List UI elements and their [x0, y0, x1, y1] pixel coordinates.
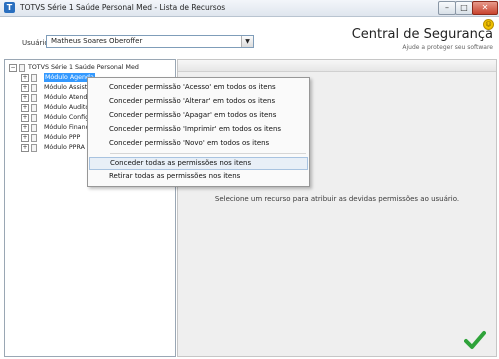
brand-title: Central de Segurança [351, 27, 493, 42]
tree-item-label: Módulo PPRA [44, 144, 85, 151]
document-icon [31, 74, 37, 82]
menu-item-grant-delete[interactable]: Conceder permissão 'Apagar' em todos os … [89, 109, 308, 122]
expand-icon[interactable]: + [21, 84, 29, 92]
document-icon [19, 64, 25, 72]
header: Usuário: Matheus Soares Oberoffer ▼ Cent… [0, 17, 499, 59]
menu-item-grant-print[interactable]: Conceder permissão 'Imprimir' em todos o… [89, 123, 308, 136]
menu-item-label: Conceder permissão 'Imprimir' em todos o… [109, 125, 282, 133]
panel-toolbar [178, 60, 496, 72]
window-title: TOTVS Série 1 Saúde Personal Med - Lista… [20, 3, 226, 12]
smiley-icon[interactable]: ☺ [483, 19, 494, 30]
tree-item-label: Módulo Atendi [44, 94, 90, 101]
document-icon [31, 134, 37, 142]
brand-subtitle: Ajude a proteger seu software [402, 44, 493, 51]
collapse-icon[interactable]: − [9, 64, 17, 72]
tree-item-label: Módulo Assiste [44, 84, 92, 91]
document-icon [31, 94, 37, 102]
menu-item-label: Conceder permissão 'Novo' em todos os it… [109, 139, 270, 147]
chevron-down-icon[interactable]: ▼ [241, 36, 253, 47]
document-icon [31, 124, 37, 132]
user-select-value: Matheus Soares Oberoffer [51, 37, 143, 45]
menu-item-label: Retirar todas as permissões nos itens [109, 172, 241, 180]
user-select[interactable]: Matheus Soares Oberoffer ▼ [46, 35, 254, 48]
expand-icon[interactable]: + [21, 114, 29, 122]
menu-item-label: Conceder permissão 'Alterar' em todos os… [109, 97, 276, 105]
document-icon [31, 144, 37, 152]
menu-item-label: Conceder permissão 'Acesso' em todos os … [109, 83, 276, 91]
context-menu: Conceder permissão 'Acesso' em todos os … [87, 77, 310, 187]
tree-item-label: Módulo Config [44, 114, 90, 121]
app-icon: T [4, 2, 15, 13]
expand-icon[interactable]: + [21, 124, 29, 132]
menu-item-grant-new[interactable]: Conceder permissão 'Novo' em todos os it… [89, 137, 308, 150]
tree-item-label: Módulo PPP [44, 134, 81, 141]
document-icon [31, 84, 37, 92]
expand-icon[interactable]: + [21, 104, 29, 112]
empty-state-message: Selecione um recurso para atribuir as de… [214, 195, 460, 203]
menu-item-label: Conceder todas as permissões nos itens [110, 159, 252, 167]
menu-separator [110, 153, 306, 154]
menu-item-label: Conceder permissão 'Apagar' em todos os … [109, 111, 277, 119]
minimize-button[interactable]: – [438, 1, 456, 15]
tree-root-label: TOTVS Série 1 Saúde Personal Med [28, 64, 139, 71]
menu-item-grant-all[interactable]: Conceder todas as permissões nos itens [89, 157, 308, 170]
document-icon [31, 104, 37, 112]
tree-item-label: Módulo Audito [44, 104, 90, 111]
close-button[interactable]: ✕ [472, 1, 498, 15]
menu-item-revoke-all[interactable]: Retirar todas as permissões nos itens [89, 170, 308, 183]
menu-item-grant-access[interactable]: Conceder permissão 'Acesso' em todos os … [89, 81, 308, 94]
title-bar: T TOTVS Série 1 Saúde Personal Med - Lis… [0, 0, 499, 17]
expand-icon[interactable]: + [21, 74, 29, 82]
expand-icon[interactable]: + [21, 134, 29, 142]
menu-item-grant-edit[interactable]: Conceder permissão 'Alterar' em todos os… [89, 95, 308, 108]
expand-icon[interactable]: + [21, 94, 29, 102]
document-icon [31, 114, 37, 122]
checkmark-icon[interactable] [464, 330, 486, 350]
expand-icon[interactable]: + [21, 144, 29, 152]
maximize-button[interactable]: □ [455, 1, 473, 15]
tree-item-label: Módulo Financ [44, 124, 90, 131]
